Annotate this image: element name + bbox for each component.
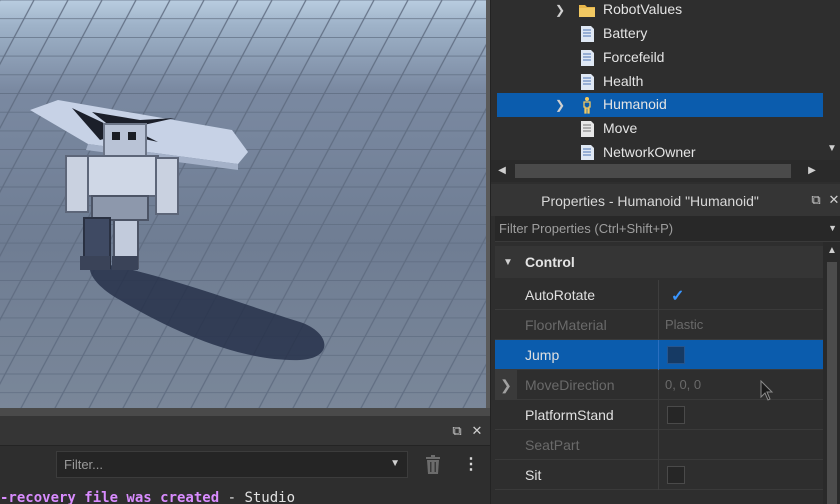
column-divider <box>658 400 659 430</box>
scrollbar-corner <box>823 160 840 182</box>
tree-item-robotvalues[interactable]: ❯ RobotValues <box>497 0 823 22</box>
properties-filter-input[interactable]: Filter Properties (Ctrl+Shift+P) ▼ <box>495 216 840 242</box>
tree-item-label: Forcefeild <box>603 49 665 65</box>
chevron-down-icon[interactable]: ▼ <box>503 257 513 268</box>
output-toolbar: Filter... ▼ ⋮ <box>0 448 490 482</box>
scene-render <box>0 0 488 410</box>
column-divider <box>658 460 659 490</box>
script-icon <box>581 74 594 90</box>
script-icon <box>581 50 594 66</box>
property-name: AutoRotate <box>525 287 596 303</box>
properties-header: Properties - Humanoid "Humanoid" ⧉ ✕ <box>491 184 840 216</box>
property-row-sit[interactable]: Sit <box>495 460 823 490</box>
property-name: PlatformStand <box>525 407 614 423</box>
chevron-right-icon[interactable]: ❯ <box>555 3 567 17</box>
scroll-right-arrow-icon[interactable]: ▶ <box>803 162 821 180</box>
tree-item-battery[interactable]: Battery <box>497 22 823 46</box>
viewport-bottom-edge <box>0 408 490 416</box>
tree-item-label: Battery <box>603 25 648 41</box>
section-label: Control <box>525 254 575 270</box>
properties-filter-placeholder: Filter Properties (Ctrl+Shift+P) <box>499 221 674 236</box>
properties-grid: ▼ Control AutoRotate ✓ FloorMaterial Pla… <box>495 242 823 504</box>
vertical-scroll-thumb[interactable] <box>827 262 837 504</box>
property-row-autorotate[interactable]: AutoRotate ✓ <box>495 280 823 310</box>
tree-item-humanoid[interactable]: ❯ Humanoid <box>497 93 823 117</box>
output-filter-placeholder: Filter... <box>64 457 104 472</box>
section-header-control[interactable]: ▼ Control <box>495 246 823 278</box>
property-name: FloorMaterial <box>525 317 607 333</box>
property-value: Plastic <box>665 317 704 332</box>
tree-item-label: Health <box>603 73 644 89</box>
property-row-jump[interactable]: Jump <box>495 340 823 370</box>
mouse-cursor-icon <box>760 380 774 401</box>
humanoid-icon <box>583 97 591 114</box>
3d-viewport[interactable] <box>0 0 488 410</box>
tree-item-label: RobotValues <box>603 1 683 17</box>
output-source-text: - Studio <box>219 490 296 504</box>
jump-checkbox[interactable] <box>667 346 685 364</box>
sit-checkbox[interactable] <box>667 466 685 484</box>
undock-icon[interactable]: ⧉ <box>448 422 466 440</box>
properties-title: Properties - Humanoid "Humanoid" <box>541 193 759 209</box>
properties-panel: Properties - Humanoid "Humanoid" ⧉ ✕ Fil… <box>490 184 840 504</box>
folder-icon <box>579 5 595 17</box>
property-row-platformstand[interactable]: PlatformStand <box>495 400 823 430</box>
output-header: ⧉ ✕ <box>0 416 490 446</box>
property-name: Sit <box>525 467 542 483</box>
more-options-icon[interactable]: ⋮ <box>462 455 480 475</box>
horizontal-scroll-thumb[interactable] <box>515 164 791 178</box>
output-panel: ⧉ ✕ Filter... ▼ ⋮ -recovery file was cre… <box>0 416 490 504</box>
tree-item-label: Move <box>603 120 638 136</box>
explorer-panel: ❯ RobotValues Battery Forcefeild Health … <box>490 0 840 184</box>
property-row-seatpart[interactable]: SeatPart <box>495 430 823 460</box>
property-name: SeatPart <box>525 437 580 453</box>
tree-item-label: Humanoid <box>603 96 667 112</box>
output-warning-text: -recovery file was created <box>0 490 220 504</box>
column-divider <box>658 310 659 340</box>
close-icon[interactable]: ✕ <box>468 422 486 440</box>
chevron-down-icon[interactable]: ▼ <box>828 223 837 233</box>
platformstand-checkbox[interactable] <box>667 406 685 424</box>
checkmark-icon: ✓ <box>671 288 685 305</box>
trash-icon[interactable] <box>424 455 442 475</box>
property-name: Jump <box>525 347 560 363</box>
output-filter-input[interactable]: Filter... ▼ <box>56 451 408 478</box>
property-value: 0, 0, 0 <box>665 377 702 392</box>
column-divider <box>658 340 659 370</box>
explorer-vertical-scrollbar[interactable]: ▼ <box>823 0 840 160</box>
explorer-horizontal-scrollbar[interactable]: ◀ ▶ <box>491 160 823 182</box>
property-row-floormaterial[interactable]: FloorMaterial Plastic <box>495 310 823 340</box>
column-divider <box>658 430 659 460</box>
autorotate-checkbox[interactable]: ✓ <box>667 286 685 305</box>
property-name: MoveDirection <box>525 377 615 393</box>
column-divider <box>658 370 659 400</box>
undock-icon[interactable]: ⧉ <box>807 191 825 209</box>
tree-item-move[interactable]: Move <box>497 117 823 141</box>
script-icon <box>581 26 594 42</box>
column-divider <box>658 280 659 310</box>
close-icon[interactable]: ✕ <box>825 191 840 209</box>
script-icon <box>581 121 594 137</box>
scroll-up-arrow-icon[interactable]: ▲ <box>823 242 840 260</box>
properties-vertical-scrollbar[interactable]: ▲ <box>823 242 840 504</box>
tree-item-label: NetworkOwner <box>603 144 696 160</box>
scroll-down-arrow-icon[interactable]: ▼ <box>823 140 840 158</box>
chevron-right-icon[interactable]: ❯ <box>555 98 567 112</box>
tree-item-forcefeild[interactable]: Forcefeild <box>497 46 823 70</box>
chevron-down-icon[interactable]: ▼ <box>390 458 400 469</box>
tree-item-health[interactable]: Health <box>497 70 823 94</box>
output-log-line: -recovery file was created - Studio <box>0 490 490 504</box>
scroll-left-arrow-icon[interactable]: ◀ <box>493 162 511 180</box>
expand-arrow-icon[interactable]: ❯ <box>495 370 517 400</box>
